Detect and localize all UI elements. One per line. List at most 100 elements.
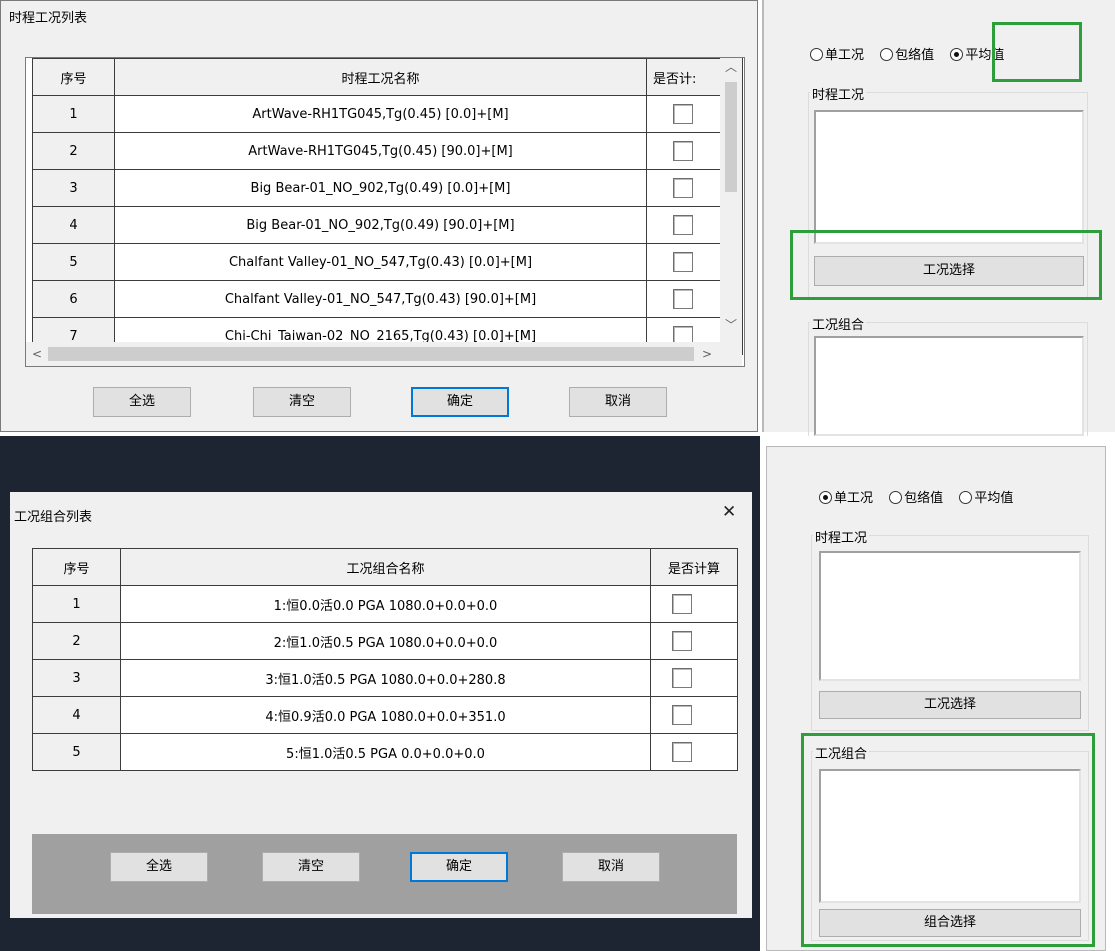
radio-envelope-dot xyxy=(889,491,903,504)
row-index: 1 xyxy=(32,585,121,623)
row-index: 4 xyxy=(32,696,121,734)
row-name: ArtWave-RH1TG045,Tg(0.45) [90.0]+[M] xyxy=(114,132,647,170)
mode-radio-group: 单工况 包络值 平均值 xyxy=(819,487,1025,506)
table-row[interactable]: 1 ArtWave-RH1TG045,Tg(0.45) [0.0]+[M] xyxy=(32,95,743,133)
combo-list-dialog: 工况组合列表 ✕ 序号 工况组合名称 是否计算 1 1:恒0.0活0.0 PGA … xyxy=(10,492,752,918)
compute-checkbox[interactable] xyxy=(672,104,693,124)
row-index: 3 xyxy=(32,169,115,207)
clear-button[interactable]: 清空 xyxy=(253,387,351,417)
average-highlight xyxy=(992,22,1082,82)
ok-button[interactable]: 确定 xyxy=(410,852,508,882)
radio-single[interactable]: 单工况 xyxy=(819,487,873,506)
row-index: 1 xyxy=(32,95,115,133)
row-name: 1:恒0.0活0.0 PGA 1080.0+0.0+0.0 xyxy=(120,585,651,623)
horizontal-scrollbar[interactable]: < > xyxy=(26,342,742,366)
col-header-index[interactable]: 序号 xyxy=(32,548,121,586)
cancel-button[interactable]: 取消 xyxy=(569,387,667,417)
mode-radio-group: 单工况 包络值 平均值 xyxy=(810,44,1016,63)
row-compute-cell xyxy=(650,659,738,697)
select-all-button[interactable]: 全选 xyxy=(110,852,208,882)
row-name: 3:恒1.0活0.5 PGA 1080.0+0.0+280.8 xyxy=(120,659,651,697)
compute-checkbox[interactable] xyxy=(672,742,692,762)
analysis-panel: 单工况 包络值 平均值 时程工况 工况选择 工况组合 xyxy=(762,0,1115,442)
combo-listbox[interactable] xyxy=(814,336,1084,436)
scroll-thumb[interactable] xyxy=(725,82,737,192)
row-name: 5:恒1.0活0.5 PGA 0.0+0.0+0.0 xyxy=(120,733,651,771)
dialog-title: 时程工况列表 xyxy=(9,11,88,26)
row-name: Chalfant Valley-01_NO_547,Tg(0.43) [90.0… xyxy=(114,280,647,318)
table-row[interactable]: 2 ArtWave-RH1TG045,Tg(0.45) [90.0]+[M] xyxy=(32,132,743,170)
row-name: ArtWave-RH1TG045,Tg(0.45) [0.0]+[M] xyxy=(114,95,647,133)
radio-single-dot xyxy=(819,491,832,504)
scroll-right-arrow[interactable]: > xyxy=(698,345,716,363)
table-row[interactable]: 6 Chalfant Valley-01_NO_547,Tg(0.43) [90.… xyxy=(32,280,743,318)
compute-checkbox[interactable] xyxy=(672,215,693,235)
row-index: 6 xyxy=(32,280,115,318)
table-row[interactable]: 2 2:恒1.0活0.5 PGA 1080.0+0.0+0.0 xyxy=(32,622,738,660)
table-row[interactable]: 4 4:恒0.9活0.0 PGA 1080.0+0.0+351.0 xyxy=(32,696,738,734)
scroll-up-arrow[interactable]: ︿ xyxy=(720,58,742,80)
bottom-screenshot: 工况组合列表 ✕ 序号 工况组合名称 是否计算 1 1:恒0.0活0.0 PGA … xyxy=(0,436,1115,951)
col-header-name[interactable]: 工况组合名称 xyxy=(120,548,651,586)
radio-envelope-dot xyxy=(880,48,894,61)
col-header-compute[interactable]: 是否计算 xyxy=(650,548,738,586)
row-name: 4:恒0.9活0.0 PGA 1080.0+0.0+351.0 xyxy=(120,696,651,734)
row-index: 5 xyxy=(32,733,121,771)
grid-frame: 序号 时程工况名称 是否计: 1 ArtWave-RH1TG045,Tg(0.45… xyxy=(25,57,745,367)
vertical-scrollbar[interactable]: ︿ ﹀ xyxy=(720,58,742,342)
case-select-button[interactable]: 工况选择 xyxy=(819,691,1081,719)
row-name: Chalfant Valley-01_NO_547,Tg(0.43) [0.0]… xyxy=(114,243,647,281)
scroll-left-arrow[interactable]: < xyxy=(28,345,46,363)
compute-checkbox[interactable] xyxy=(672,252,693,272)
radio-average[interactable]: 平均值 xyxy=(959,487,1013,506)
header-row: 序号 时程工况名称 是否计: xyxy=(32,58,743,96)
row-name: 2:恒1.0活0.5 PGA 1080.0+0.0+0.0 xyxy=(120,622,651,660)
compute-checkbox[interactable] xyxy=(672,289,693,309)
case-select-highlight xyxy=(790,230,1102,300)
compute-checkbox[interactable] xyxy=(672,141,693,161)
time-history-group-label: 时程工况 xyxy=(813,527,870,546)
table-row[interactable]: 3 Big Bear-01_NO_902,Tg(0.49) [0.0]+[M] xyxy=(32,169,743,207)
compute-checkbox[interactable] xyxy=(672,705,692,725)
time-history-list-dialog: 时程工况列表 序号 时程工况名称 是否计: 1 ArtWave-RH1TG045,… xyxy=(0,0,758,432)
compute-checkbox[interactable] xyxy=(672,668,692,688)
table-row[interactable]: 1 1:恒0.0活0.0 PGA 1080.0+0.0+0.0 xyxy=(32,585,738,623)
col-header-name[interactable]: 时程工况名称 xyxy=(114,58,647,96)
compute-checkbox[interactable] xyxy=(672,631,692,651)
row-index: 3 xyxy=(32,659,121,697)
col-header-index[interactable]: 序号 xyxy=(32,58,115,96)
dialog-title: 工况组合列表 xyxy=(14,510,93,525)
close-icon[interactable]: ✕ xyxy=(722,502,736,522)
row-name: Big Bear-01_NO_902,Tg(0.49) [90.0]+[M] xyxy=(114,206,647,244)
compute-checkbox[interactable] xyxy=(672,594,692,614)
ok-button[interactable]: 确定 xyxy=(411,387,509,417)
row-compute-cell xyxy=(650,733,738,771)
row-name: Big Bear-01_NO_902,Tg(0.49) [0.0]+[M] xyxy=(114,169,647,207)
scroll-down-arrow[interactable]: ﹀ xyxy=(720,316,742,338)
row-index: 2 xyxy=(32,622,121,660)
combo-highlight xyxy=(801,733,1095,947)
h-scroll-thumb[interactable] xyxy=(48,347,694,361)
radio-envelope[interactable]: 包络值 xyxy=(880,44,934,63)
row-compute-cell xyxy=(650,585,738,623)
time-history-listbox[interactable] xyxy=(819,551,1081,681)
time-history-table: 序号 时程工况名称 是否计: 1 ArtWave-RH1TG045,Tg(0.45… xyxy=(32,58,743,355)
select-all-button[interactable]: 全选 xyxy=(93,387,191,417)
analysis-panel: 单工况 包络值 平均值 时程工况 工况选择 工况组合 组合选择 xyxy=(766,446,1106,951)
radio-average-dot xyxy=(959,491,973,504)
clear-button[interactable]: 清空 xyxy=(262,852,360,882)
radio-single-dot xyxy=(810,48,823,61)
table-row[interactable]: 3 3:恒1.0活0.5 PGA 1080.0+0.0+280.8 xyxy=(32,659,738,697)
header-row: 序号 工况组合名称 是否计算 xyxy=(32,548,738,586)
radio-envelope[interactable]: 包络值 xyxy=(889,487,943,506)
radio-single[interactable]: 单工况 xyxy=(810,44,864,63)
row-index: 4 xyxy=(32,206,115,244)
cancel-button[interactable]: 取消 xyxy=(562,852,660,882)
time-history-listbox[interactable] xyxy=(814,110,1084,244)
table-row[interactable]: 4 Big Bear-01_NO_902,Tg(0.49) [90.0]+[M] xyxy=(32,206,743,244)
time-history-group-label: 时程工况 xyxy=(810,84,867,103)
row-compute-cell xyxy=(650,696,738,734)
compute-checkbox[interactable] xyxy=(672,178,693,198)
table-row[interactable]: 5 Chalfant Valley-01_NO_547,Tg(0.43) [0.0… xyxy=(32,243,743,281)
table-row[interactable]: 5 5:恒1.0活0.5 PGA 0.0+0.0+0.0 xyxy=(32,733,738,771)
